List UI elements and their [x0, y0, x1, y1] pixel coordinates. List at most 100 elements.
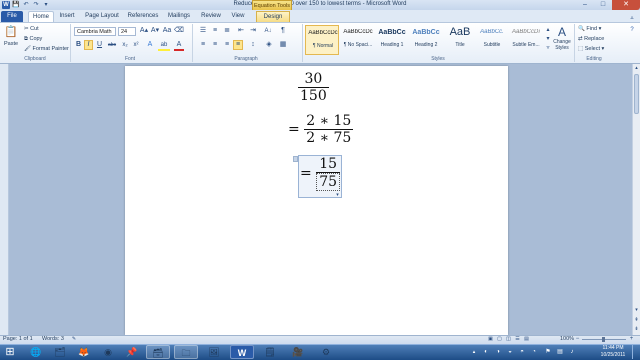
network-icon[interactable]: ▤: [556, 348, 564, 356]
taskbar-pin-icon[interactable]: 📌: [120, 345, 144, 359]
subscript-button[interactable]: x₂: [120, 41, 130, 49]
flag-icon[interactable]: ⚑: [544, 348, 552, 356]
tray-expand-icon[interactable]: ▴: [470, 348, 478, 356]
taskbar-word-icon[interactable]: W: [230, 345, 254, 359]
shading-icon[interactable]: ◈: [264, 41, 274, 49]
close-button[interactable]: ✕: [612, 0, 640, 10]
taskbar-folder-2-icon[interactable]: 🗀: [174, 345, 198, 359]
select-button[interactable]: ⬚ Select ▾: [578, 46, 604, 52]
tab-file[interactable]: File: [1, 11, 23, 22]
style-subtle-emphasis[interactable]: AaBbCcDı Subtle Em...: [509, 25, 543, 55]
equation-line-1[interactable]: 30 150: [298, 71, 338, 105]
style-heading-2[interactable]: AaBbCc Heading 2: [409, 25, 443, 55]
taskbar-clock[interactable]: 11:44 PM 10/25/2011: [598, 345, 628, 358]
taskbar-ie-icon[interactable]: 🌐: [24, 345, 48, 359]
zoom-out-button[interactable]: −: [574, 336, 581, 343]
draft-view-icon[interactable]: ▤: [523, 336, 530, 343]
page-count[interactable]: Page: 1 of 1: [3, 336, 33, 342]
tray-app-4-icon[interactable]: ◓: [518, 348, 526, 356]
scroll-up-icon[interactable]: ▴: [633, 64, 640, 72]
shrink-font-icon[interactable]: A▾: [150, 27, 160, 35]
tray-app-3-icon[interactable]: ◒: [506, 348, 514, 356]
clear-formatting-icon[interactable]: ⌫: [174, 27, 184, 35]
tab-review[interactable]: Review: [198, 11, 224, 22]
tab-insert[interactable]: Insert: [56, 11, 78, 22]
show-desktop-button[interactable]: [632, 345, 639, 359]
web-layout-view-icon[interactable]: ◫: [505, 336, 512, 343]
tab-home[interactable]: Home: [28, 11, 54, 22]
superscript-button[interactable]: x²: [131, 41, 141, 49]
taskbar-explorer-icon[interactable]: 🗂: [48, 345, 72, 359]
equation-line-2[interactable]: = 2 ∗ 15 2 ∗ 75: [288, 113, 358, 151]
help-icon[interactable]: ?: [628, 26, 636, 34]
multilevel-list-icon[interactable]: ≣: [222, 27, 232, 35]
find-button[interactable]: 🔍 Find ▾: [578, 26, 601, 32]
styles-scroll-up-icon[interactable]: ▴: [544, 26, 552, 34]
tray-app-5-icon[interactable]: ◔: [530, 348, 538, 356]
maximize-button[interactable]: □: [594, 0, 612, 10]
font-size-combo[interactable]: 24: [118, 27, 136, 36]
font-name-combo[interactable]: Cambria Math: [74, 27, 116, 36]
equation-handle[interactable]: [293, 156, 298, 162]
bold-button[interactable]: B: [74, 41, 83, 49]
replace-button[interactable]: ⇄ Replace: [578, 36, 604, 42]
strikethrough-button[interactable]: abc: [106, 41, 118, 49]
minimize-button[interactable]: –: [576, 0, 594, 10]
tab-page-layout[interactable]: Page Layout: [82, 11, 122, 22]
scrollbar-thumb[interactable]: [634, 74, 639, 114]
next-page-icon[interactable]: ⇟: [633, 325, 640, 333]
proofing-icon[interactable]: ✎: [70, 336, 78, 343]
style-no-spacing[interactable]: AaBbCcDc ¶ No Spaci...: [341, 25, 375, 55]
taskbar-folder-icon[interactable]: 🗃: [146, 345, 170, 359]
numbering-icon[interactable]: ≡: [210, 27, 220, 35]
style-subtitle[interactable]: AaBbCc. Subtitle: [475, 25, 509, 55]
vertical-scrollbar[interactable]: ▴ ▾ ⇞ ⇟: [632, 64, 640, 335]
style-normal[interactable]: AaBbCcDc ¶ Normal: [305, 25, 339, 55]
font-color-icon[interactable]: A: [174, 41, 184, 51]
bullets-icon[interactable]: ☰: [198, 27, 208, 35]
highlight-icon[interactable]: ab: [158, 41, 170, 51]
tab-design[interactable]: Design: [256, 11, 290, 22]
tab-references[interactable]: References: [126, 11, 160, 22]
taskbar-camera-icon[interactable]: 🎥: [286, 345, 310, 359]
styles-scroll-down-icon[interactable]: ▾: [544, 35, 552, 43]
tray-app-icon[interactable]: ◐: [482, 348, 490, 356]
borders-icon[interactable]: ▦: [278, 41, 288, 49]
show-formatting-marks-icon[interactable]: ¶: [278, 27, 288, 35]
tab-mailings[interactable]: Mailings: [164, 11, 194, 22]
previous-page-icon[interactable]: ⇞: [633, 316, 640, 324]
styles-more-icon[interactable]: ▿: [544, 44, 552, 52]
taskbar-app-icon[interactable]: ◉: [96, 345, 120, 359]
taskbar-firefox-icon[interactable]: 🦊: [72, 345, 96, 359]
italic-button[interactable]: I: [84, 40, 93, 50]
scroll-down-icon[interactable]: ▾: [633, 306, 640, 314]
line-spacing-icon[interactable]: ↕: [248, 41, 258, 49]
decrease-indent-icon[interactable]: ⇤: [236, 27, 246, 35]
tray-app-2-icon[interactable]: ◑: [494, 348, 502, 356]
volume-icon[interactable]: ♪: [568, 348, 576, 356]
start-button[interactable]: ⊞: [2, 345, 18, 359]
underline-button[interactable]: U: [95, 41, 104, 49]
full-screen-view-icon[interactable]: ▢: [496, 336, 503, 343]
cut-button[interactable]: ✂ Cut: [24, 26, 39, 32]
document-page[interactable]: [125, 66, 508, 335]
text-effects-icon[interactable]: A: [145, 41, 155, 49]
outline-view-icon[interactable]: ☰: [514, 336, 521, 343]
minimize-ribbon-icon[interactable]: ▵: [628, 14, 636, 22]
format-painter-button[interactable]: 🖌 Format Painter: [24, 46, 69, 52]
align-left-icon[interactable]: ≡: [198, 41, 208, 49]
align-center-icon[interactable]: ≡: [210, 41, 220, 49]
zoom-level[interactable]: 100%: [560, 336, 574, 342]
align-right-icon[interactable]: ≡: [222, 41, 232, 49]
style-title[interactable]: AaB Title: [443, 25, 477, 55]
justify-icon[interactable]: ≡: [233, 40, 243, 50]
grow-font-icon[interactable]: A▴: [139, 27, 149, 35]
equation-line-3[interactable]: = 15 75: [300, 156, 341, 194]
change-case-icon[interactable]: Aa: [162, 27, 172, 35]
paste-icon[interactable]: 📋: [4, 25, 18, 39]
taskbar-picture-icon[interactable]: 🖼: [202, 345, 226, 359]
increase-indent-icon[interactable]: ⇥: [248, 27, 258, 35]
style-heading-1[interactable]: AaBbCc Heading 1: [375, 25, 409, 55]
zoom-in-button[interactable]: +: [628, 336, 635, 343]
print-layout-view-icon[interactable]: ▣: [487, 336, 494, 343]
